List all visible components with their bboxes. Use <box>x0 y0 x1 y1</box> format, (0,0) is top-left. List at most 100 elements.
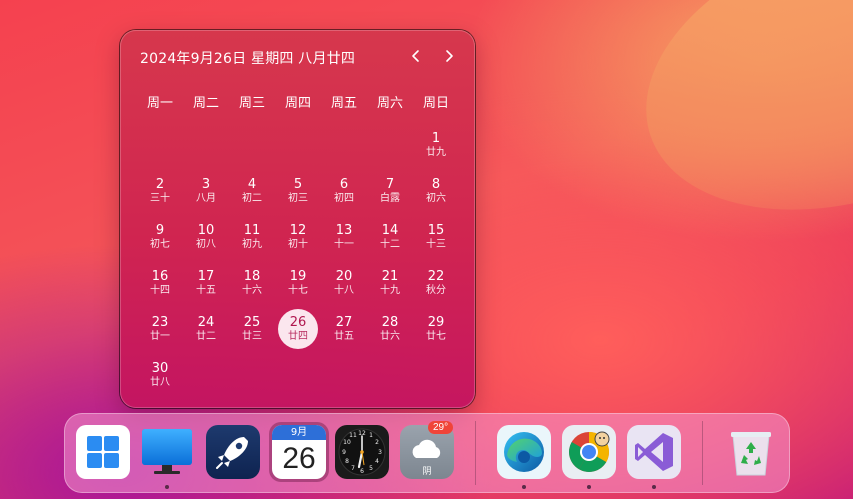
desktop-button[interactable] <box>140 425 194 489</box>
weekday-label: 周五 <box>330 96 357 111</box>
day-cell[interactable]: 30 廿八 <box>137 352 183 398</box>
weather-temperature-badge: 29° <box>428 421 454 434</box>
chevron-right-icon <box>446 50 453 62</box>
lunar-date: 十八 <box>334 284 354 296</box>
day-cell[interactable]: 27 廿五 <box>321 306 367 352</box>
day-cell[interactable]: 19 十七 <box>275 260 321 306</box>
lunar-date: 廿八 <box>150 376 170 388</box>
lunar-date: 初八 <box>196 238 216 250</box>
svg-text:9: 9 <box>342 449 346 456</box>
day-number: 10 <box>197 222 215 238</box>
day-cell[interactable]: 13 十一 <box>321 214 367 260</box>
day-number: 27 <box>335 314 353 330</box>
next-month-button[interactable] <box>437 44 461 68</box>
lunar-date: 初七 <box>150 238 170 250</box>
lunar-date: 秋分 <box>426 284 446 296</box>
weather-app-button[interactable]: 阴 29° <box>400 421 454 479</box>
day-cell[interactable]: 20 十八 <box>321 260 367 306</box>
day-number: 14 <box>381 222 399 238</box>
day-cell-today[interactable]: 26 廿四 <box>275 306 321 352</box>
empty-day-cell <box>137 122 183 168</box>
svg-text:5: 5 <box>369 465 373 472</box>
day-cell[interactable]: 10 初八 <box>183 214 229 260</box>
day-cell[interactable]: 28 廿六 <box>367 306 413 352</box>
lunar-date: 十三 <box>426 238 446 250</box>
lunar-date: 初三 <box>288 192 308 204</box>
day-number: 2 <box>155 176 165 192</box>
day-cell[interactable]: 14 十二 <box>367 214 413 260</box>
weekday-label: 周二 <box>192 96 219 111</box>
lunar-date: 廿七 <box>426 330 446 342</box>
previous-month-button[interactable] <box>404 44 428 68</box>
svg-text:2: 2 <box>375 439 379 446</box>
empty-day-cell <box>183 122 229 168</box>
lunar-date: 十四 <box>150 284 170 296</box>
day-cell[interactable]: 15 十三 <box>413 214 459 260</box>
chrome-browser-button[interactable] <box>562 425 616 489</box>
day-cell[interactable]: 16 十四 <box>137 260 183 306</box>
day-number: 13 <box>335 222 353 238</box>
edge-browser-icon <box>497 425 551 479</box>
day-number: 11 <box>243 222 261 238</box>
day-cell[interactable]: 22 秋分 <box>413 260 459 306</box>
running-indicator <box>652 485 656 489</box>
visual-studio-button[interactable] <box>627 425 681 489</box>
wallpaper-highlight <box>610 0 853 259</box>
weekday-label: 周一 <box>146 96 173 111</box>
day-number: 24 <box>197 314 215 330</box>
lunar-date: 初二 <box>242 192 262 204</box>
day-cell[interactable]: 12 初十 <box>275 214 321 260</box>
day-cell[interactable]: 24 廿二 <box>183 306 229 352</box>
day-cell[interactable]: 4 初二 <box>229 168 275 214</box>
day-cell[interactable]: 23 廿一 <box>137 306 183 352</box>
calendar-icon-day: 26 <box>282 442 316 475</box>
day-cell[interactable]: 1 廿九 <box>413 122 459 168</box>
lunar-date: 十六 <box>242 284 262 296</box>
day-number: 9 <box>155 222 165 238</box>
day-cell[interactable]: 8 初六 <box>413 168 459 214</box>
day-number: 15 <box>427 222 445 238</box>
day-number: 21 <box>381 268 399 284</box>
calendar-icon-month: 9月 <box>272 425 326 440</box>
weekday-label: 周四 <box>284 96 311 111</box>
day-cell[interactable]: 3 八月 <box>183 168 229 214</box>
start-button[interactable] <box>76 425 130 479</box>
day-cell[interactable]: 21 十九 <box>367 260 413 306</box>
day-cell[interactable]: 11 初九 <box>229 214 275 260</box>
day-number: 18 <box>243 268 261 284</box>
svg-text:11: 11 <box>349 432 357 439</box>
dock-separator <box>475 421 476 485</box>
day-cell[interactable]: 29 廿七 <box>413 306 459 352</box>
day-number: 25 <box>243 314 261 330</box>
lunar-date: 初九 <box>242 238 262 250</box>
day-number: 5 <box>293 176 303 192</box>
lunar-date: 廿五 <box>334 330 354 342</box>
day-cell[interactable]: 6 初四 <box>321 168 367 214</box>
day-cell[interactable]: 18 十六 <box>229 260 275 306</box>
day-number: 17 <box>197 268 215 284</box>
day-cell[interactable]: 9 初七 <box>137 214 183 260</box>
day-cell[interactable]: 7 白露 <box>367 168 413 214</box>
edge-browser-button[interactable] <box>497 425 551 489</box>
weekday-label: 周三 <box>238 96 265 111</box>
day-cell[interactable]: 5 初三 <box>275 168 321 214</box>
day-number: 8 <box>431 176 441 192</box>
day-number: 29 <box>427 314 445 330</box>
dock-separator <box>702 421 703 485</box>
day-cell[interactable]: 25 廿三 <box>229 306 275 352</box>
svg-text:6: 6 <box>360 468 364 475</box>
running-indicator <box>587 485 591 489</box>
launcher-button[interactable] <box>206 425 260 479</box>
start-menu-icon <box>76 425 130 479</box>
day-number: 16 <box>151 268 169 284</box>
recycle-bin-button[interactable] <box>724 425 778 479</box>
clock-app-button[interactable]: 12 1 2 345 678 9 10 11 <box>335 425 389 479</box>
calendar-app-button[interactable]: 9月 26 <box>269 422 329 482</box>
day-number: 6 <box>339 176 349 192</box>
svg-text:3: 3 <box>378 449 382 456</box>
day-cell[interactable]: 2 三十 <box>137 168 183 214</box>
day-cell[interactable]: 17 十五 <box>183 260 229 306</box>
running-indicator <box>165 485 169 489</box>
lunar-date: 十五 <box>196 284 216 296</box>
lunar-date: 八月 <box>196 192 216 204</box>
